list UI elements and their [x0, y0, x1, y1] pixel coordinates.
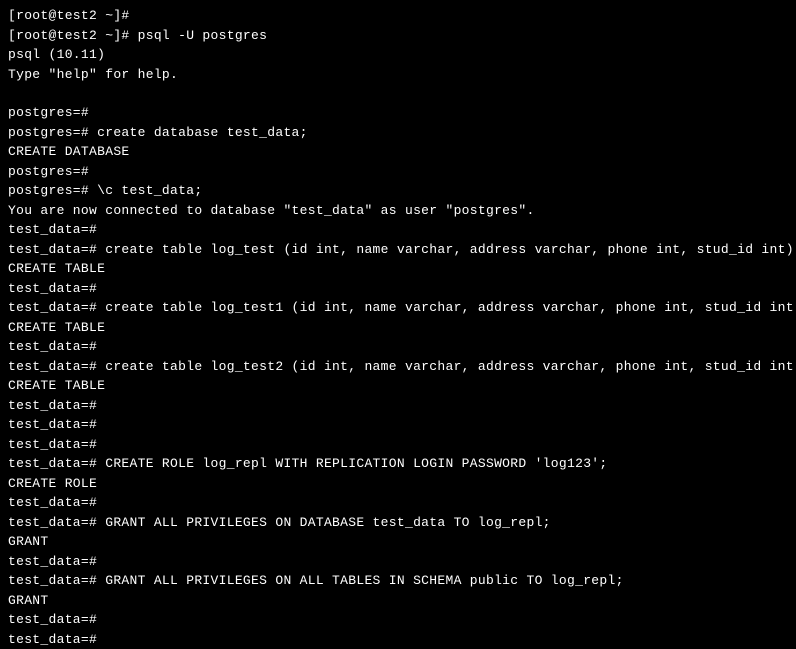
terminal-line: postgres=# create database test_data;	[8, 123, 788, 143]
terminal-line: [root@test2 ~]#	[8, 6, 788, 26]
terminal-line: test_data=#	[8, 493, 788, 513]
terminal-line: GRANT	[8, 591, 788, 611]
terminal-line: test_data=#	[8, 279, 788, 299]
terminal-line: test_data=# GRANT ALL PRIVILEGES ON ALL …	[8, 571, 788, 591]
terminal-line: CREATE TABLE	[8, 376, 788, 396]
terminal-line: CREATE ROLE	[8, 474, 788, 494]
terminal-line: test_data=#	[8, 396, 788, 416]
terminal-line: test_data=# create table log_test1 (id i…	[8, 298, 788, 318]
terminal-line: test_data=#	[8, 415, 788, 435]
terminal-line: CREATE DATABASE	[8, 142, 788, 162]
terminal-line: test_data=#	[8, 435, 788, 455]
terminal-line: postgres=#	[8, 162, 788, 182]
terminal-line: postgres=#	[8, 103, 788, 123]
terminal-line: CREATE TABLE	[8, 318, 788, 338]
terminal-line: Type "help" for help.	[8, 65, 788, 85]
terminal-line: You are now connected to database "test_…	[8, 201, 788, 221]
terminal-window[interactable]: [root@test2 ~]# [root@test2 ~]# psql -U …	[8, 6, 788, 649]
terminal-prompt-line[interactable]: test_data=#	[8, 632, 97, 647]
terminal-line: postgres=# \c test_data;	[8, 181, 788, 201]
terminal-line: test_data=#	[8, 220, 788, 240]
terminal-line: test_data=#	[8, 610, 788, 630]
terminal-line: CREATE TABLE	[8, 259, 788, 279]
terminal-line: test_data=#	[8, 552, 788, 572]
terminal-line: [root@test2 ~]# psql -U postgres	[8, 26, 788, 46]
terminal-line: test_data=# GRANT ALL PRIVILEGES ON DATA…	[8, 513, 788, 533]
terminal-line: test_data=# CREATE ROLE log_repl WITH RE…	[8, 454, 788, 474]
terminal-line: psql (10.11)	[8, 45, 788, 65]
terminal-line: test_data=#	[8, 337, 788, 357]
terminal-line: GRANT	[8, 532, 788, 552]
terminal-line: test_data=# create table log_test2 (id i…	[8, 357, 788, 377]
terminal-line: test_data=# create table log_test (id in…	[8, 240, 788, 260]
terminal-line	[8, 84, 788, 103]
